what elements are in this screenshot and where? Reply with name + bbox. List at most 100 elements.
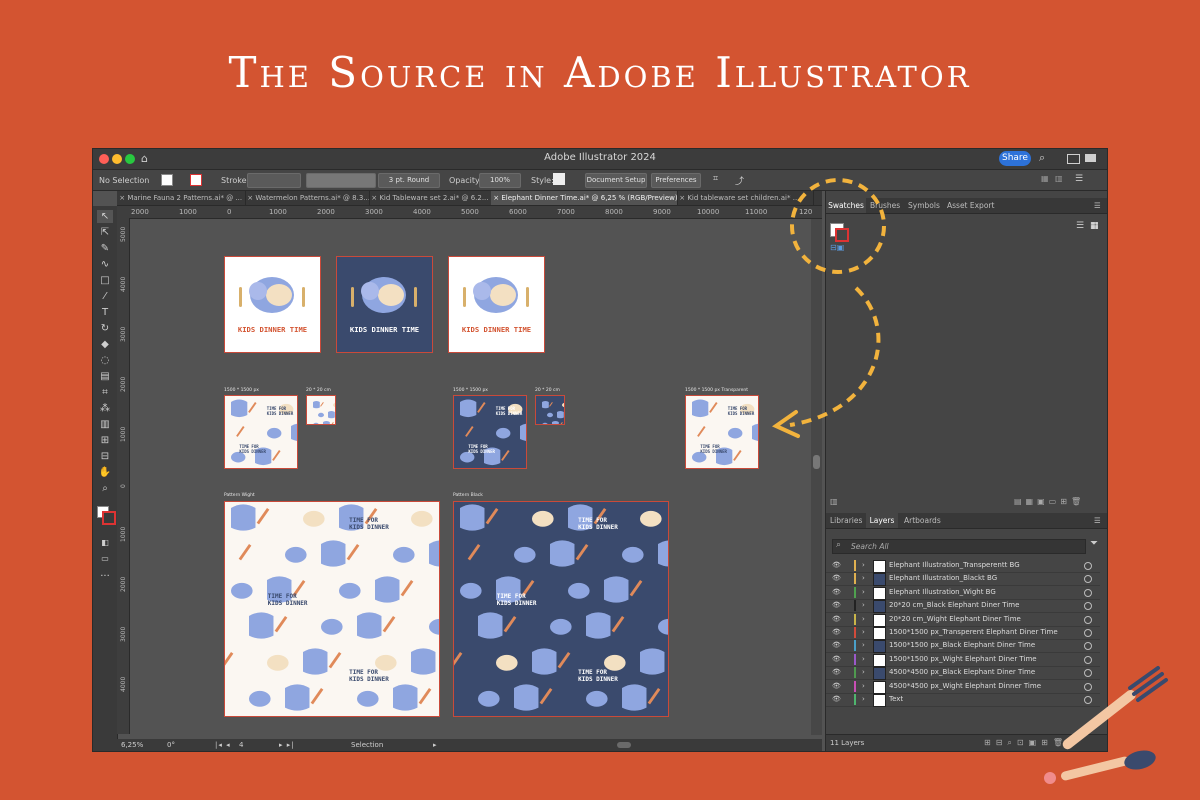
layer-row[interactable]: 👁 › Text	[826, 693, 1100, 707]
paintbrush-tool-icon[interactable]: ⁄	[97, 290, 113, 303]
layer-row[interactable]: 👁 › 1500*1500 px_Transperent Elephant Dine…	[826, 626, 1100, 640]
rectangle-tool-icon[interactable]: □	[97, 274, 113, 287]
screen-mode-icon[interactable]: ▭	[97, 552, 113, 565]
visibility-eye-icon[interactable]: 👁	[832, 655, 841, 663]
share-export-icon[interactable]: ⤴	[735, 174, 744, 187]
stroke-color-icon[interactable]	[102, 511, 116, 525]
graphic-style-swatch[interactable]	[553, 173, 565, 185]
arrange-documents-icon[interactable]	[1067, 154, 1080, 164]
document-tab[interactable]: × Kid Tableware set 2.ai* @ 6.2...	[369, 191, 492, 205]
curvature-tool-icon[interactable]: ∿	[97, 258, 113, 271]
chart-tool-icon[interactable]: ▥	[97, 418, 113, 431]
visibility-eye-icon[interactable]: 👁	[832, 641, 841, 649]
preferences-button[interactable]: Preferences	[651, 173, 701, 188]
visibility-eye-icon[interactable]: 👁	[832, 682, 841, 690]
artboard-pattern-wight[interactable]: TIME FOR KIDS DINNER TIME FOR KIDS DINNER TI…	[224, 501, 440, 717]
first-artboard-icon[interactable]: |◂ ◂	[215, 741, 231, 749]
visibility-eye-icon[interactable]: 👁	[832, 615, 841, 623]
artboard-illustration-wight[interactable]: KIDS DINNER TIME	[224, 256, 321, 353]
tab-libraries[interactable]: Libraries	[830, 513, 862, 528]
edit-toolbar-icon[interactable]: ···	[97, 570, 113, 583]
artboard-pattern-1500-wight[interactable]: TIME FOR KIDS DINNER TIME FOR KIDS DINNER	[224, 395, 298, 469]
artboard-pattern-1500-transparent[interactable]: TIME FOR KIDS DINNER TIME FOR KIDS DINNER	[685, 395, 759, 469]
slice-tool-icon[interactable]: ⊟	[97, 450, 113, 463]
layer-row[interactable]: 👁 › 4500*4500 px_Wight Elephant Dinner Tim…	[826, 680, 1100, 694]
expand-chevron-icon[interactable]: ›	[862, 695, 865, 703]
document-tab-active[interactable]: × Elephant Dinner Time.ai* @ 6,25 % (RGB…	[491, 191, 678, 205]
filter-icon[interactable]: ⏷	[1090, 538, 1098, 549]
layer-row[interactable]: 👁 › Elephant Illustration_Wight BG	[826, 586, 1100, 600]
tab-swatches[interactable]: Swatches	[826, 198, 866, 213]
visibility-eye-icon[interactable]: 👁	[832, 574, 841, 582]
list-view-icon[interactable]: ☰	[1076, 221, 1084, 231]
layer-row[interactable]: 👁 › 1500*1500 px_Black Elephant Diner Time	[826, 639, 1100, 654]
visibility-eye-icon[interactable]: 👁	[832, 668, 841, 676]
layer-row[interactable]: 👁 › Elephant Illustration_Blackt BG	[826, 572, 1100, 587]
visibility-eye-icon[interactable]: 👁	[832, 601, 841, 609]
layer-target-icon[interactable]	[1084, 629, 1092, 637]
expand-chevron-icon[interactable]: ›	[862, 601, 865, 609]
panel-menu-icon[interactable]: ☰	[1094, 513, 1101, 528]
draw-mode-icon[interactable]: ◧	[97, 536, 113, 549]
expand-chevron-icon[interactable]: ›	[862, 628, 865, 636]
transform-icon[interactable]: ▦	[1041, 174, 1049, 183]
layer-target-icon[interactable]	[1084, 602, 1092, 611]
gradient-tool-icon[interactable]: ▤	[97, 370, 113, 383]
layer-target-icon[interactable]	[1084, 575, 1092, 584]
align-icon[interactable]: ▥	[1055, 174, 1063, 183]
expand-chevron-icon[interactable]: ›	[862, 574, 865, 582]
tab-brushes[interactable]: Brushes	[870, 198, 900, 213]
expand-chevron-icon[interactable]: ›	[862, 615, 865, 623]
direct-selection-icon[interactable]: ⇱	[97, 226, 113, 239]
lasso-tool-icon[interactable]: ◌	[97, 354, 113, 367]
search-icon[interactable]: ⌕	[1039, 151, 1045, 165]
artboard-pattern-20cm-wight[interactable]	[306, 395, 336, 425]
brush-definition-field[interactable]: 3 pt. Round	[378, 173, 440, 188]
layers-search-input[interactable]: Search All	[832, 539, 1086, 554]
layer-target-icon[interactable]	[1084, 588, 1092, 597]
artboard-pattern-20cm-black[interactable]	[535, 395, 565, 425]
panel-menu-icon[interactable]: ☰	[1094, 198, 1101, 213]
panel-menu-icon[interactable]: ☰	[1075, 174, 1083, 184]
next-artboard-icon[interactable]: ▸ ▸|	[279, 741, 295, 749]
arrange-icon[interactable]: ⌗	[713, 174, 718, 184]
tab-layers[interactable]: Layers	[866, 513, 898, 528]
zoom-field[interactable]: 6,25%	[121, 741, 143, 749]
layer-row[interactable]: 👁 › 4500*4500 px_Black Elephant Diner Time	[826, 666, 1100, 681]
swatch-library-icon[interactable]: ▥	[830, 497, 838, 506]
expand-chevron-icon[interactable]: ›	[862, 655, 865, 663]
layer-row[interactable]: 👁 › Elephant Illustration_Transperentt BG	[826, 559, 1100, 573]
mesh-tool-icon[interactable]: ⌗	[97, 386, 113, 399]
layer-target-icon[interactable]	[1084, 562, 1092, 570]
visibility-eye-icon[interactable]: 👁	[832, 628, 841, 636]
variable-width-field[interactable]	[306, 173, 376, 188]
visibility-eye-icon[interactable]: 👁	[832, 695, 841, 703]
layer-actions-icon[interactable]: ⊞⊟⌕⊡▣⊞🗑	[984, 738, 1068, 748]
layer-target-icon[interactable]	[1084, 655, 1092, 664]
hand-tool-icon[interactable]: ✋	[97, 466, 113, 479]
artboard-pattern-1500-black[interactable]: TIME FOR KIDS DINNER TIME FOR KIDS DINNER	[453, 395, 527, 469]
artboard-tool-icon[interactable]: ⊞	[97, 434, 113, 447]
expand-chevron-icon[interactable]: ›	[862, 561, 865, 569]
layer-row[interactable]: 👁 › 20*20 cm_Wight Elephant Diner Time	[826, 613, 1100, 627]
expand-chevron-icon[interactable]: ›	[862, 641, 865, 649]
layer-row[interactable]: 👁 › 1500*1500 px_Wight Elephant Diner Time	[826, 653, 1100, 667]
swatch-stroke-icon[interactable]	[835, 228, 849, 242]
layer-target-icon[interactable]	[1084, 642, 1092, 651]
swatch-actions-icon[interactable]: ▤▦▣▭⊞🗑	[1014, 497, 1085, 506]
swatch-none-icon[interactable]: ⊟▣	[830, 243, 844, 252]
thumbnail-view-icon[interactable]: ▦	[1090, 221, 1099, 231]
visibility-eye-icon[interactable]: 👁	[832, 588, 841, 596]
layer-target-icon[interactable]	[1084, 696, 1092, 704]
artboard-illustration-transparent[interactable]: KIDS DINNER TIME	[448, 256, 545, 353]
pen-tool-icon[interactable]: ✎	[97, 242, 113, 255]
workspace-switcher-icon[interactable]	[1085, 154, 1096, 162]
layer-target-icon[interactable]	[1084, 669, 1092, 678]
canvas[interactable]: KIDS DINNER TIME KIDS DINNER TIME KIDS D…	[130, 219, 818, 735]
document-tab[interactable]: × Watermelon Patterns.ai* @ 8.3...	[245, 191, 370, 205]
artboard-number-field[interactable]: 4	[239, 741, 243, 749]
rotate-tool-icon[interactable]: ↻	[97, 322, 113, 335]
eyedropper-tool-icon[interactable]: ⁂	[97, 402, 113, 415]
share-button[interactable]: Share	[999, 151, 1031, 166]
artboard-pattern-black[interactable]: TIME FOR KIDS DINNER TIME FOR KIDS DINNER TI…	[453, 501, 669, 717]
